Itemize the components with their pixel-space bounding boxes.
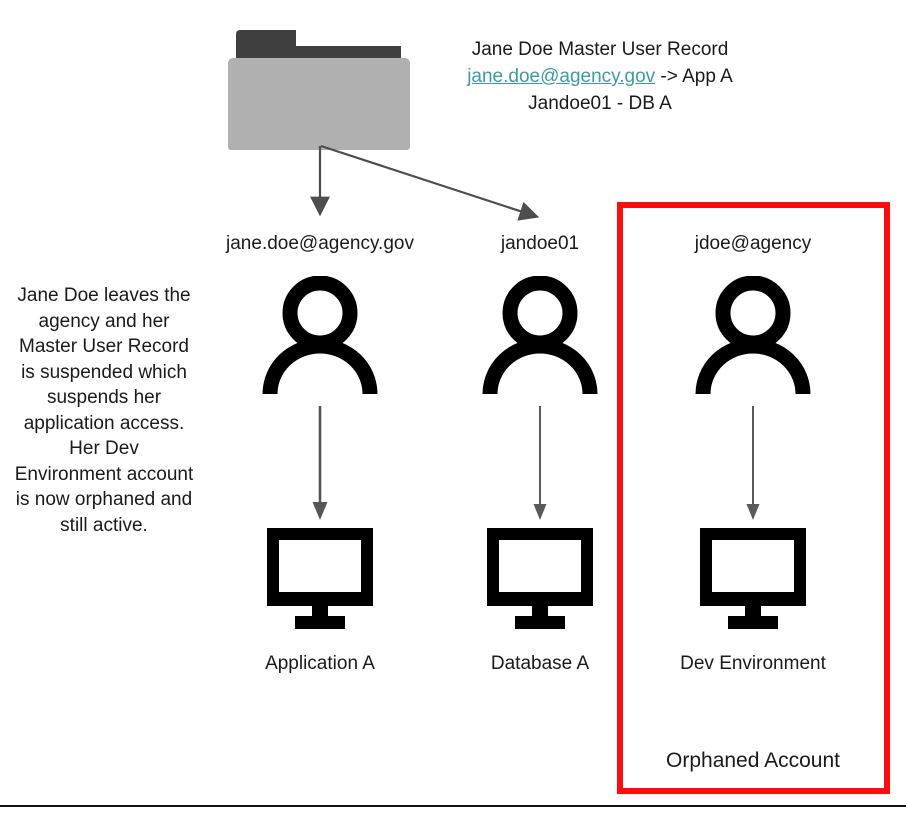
system-label: Database A [490, 653, 590, 674]
caption-line-title: Jane Doe Master User Record [471, 39, 729, 60]
monitor-icon [200, 526, 440, 640]
down-arrow-icon [420, 400, 660, 526]
system-label: Dev Environment [680, 653, 826, 674]
bottom-divider [0, 805, 906, 807]
account-column-database-a: jandoe01 Database A [420, 232, 660, 676]
master-user-record-caption: Jane Doe Master User Record jane.doe@age… [430, 36, 770, 117]
app-mapping-text: -> App A [655, 66, 733, 87]
system-label: Application A [265, 653, 375, 674]
down-arrow-icon [200, 400, 440, 526]
arrow-folder-to-col2 [320, 144, 540, 221]
account-label: jane.doe@agency.gov [226, 233, 414, 254]
account-label: jandoe01 [500, 233, 580, 254]
email-link[interactable]: jane.doe@agency.gov [467, 66, 655, 87]
down-arrow-icon [633, 400, 873, 526]
person-icon [633, 276, 873, 400]
monitor-icon [420, 526, 660, 640]
person-icon [200, 276, 440, 400]
account-column-dev-environment: jdoe@agency Dev Environment [633, 232, 873, 676]
folder-icon [228, 30, 410, 150]
account-column-application-a: jane.doe@agency.gov Application A [200, 232, 440, 676]
scenario-description-text: Jane Doe leaves the agency and her Maste… [14, 285, 194, 536]
caption-line-db-mapping: Jandoe01 - DB A [528, 93, 672, 114]
orphaned-account-caption: Orphaned Account [666, 749, 840, 772]
person-icon [420, 276, 660, 400]
account-label: jdoe@agency [694, 233, 812, 254]
monitor-icon [633, 526, 873, 640]
branch-arrows-group [310, 144, 540, 221]
diagram-canvas: Jane Doe Master User Record jane.doe@age… [0, 0, 906, 814]
caption-line-email-mapping: jane.doe@agency.gov -> App A [430, 63, 770, 90]
folder-tab-notch [296, 30, 401, 46]
folder-body-shape [228, 58, 410, 150]
